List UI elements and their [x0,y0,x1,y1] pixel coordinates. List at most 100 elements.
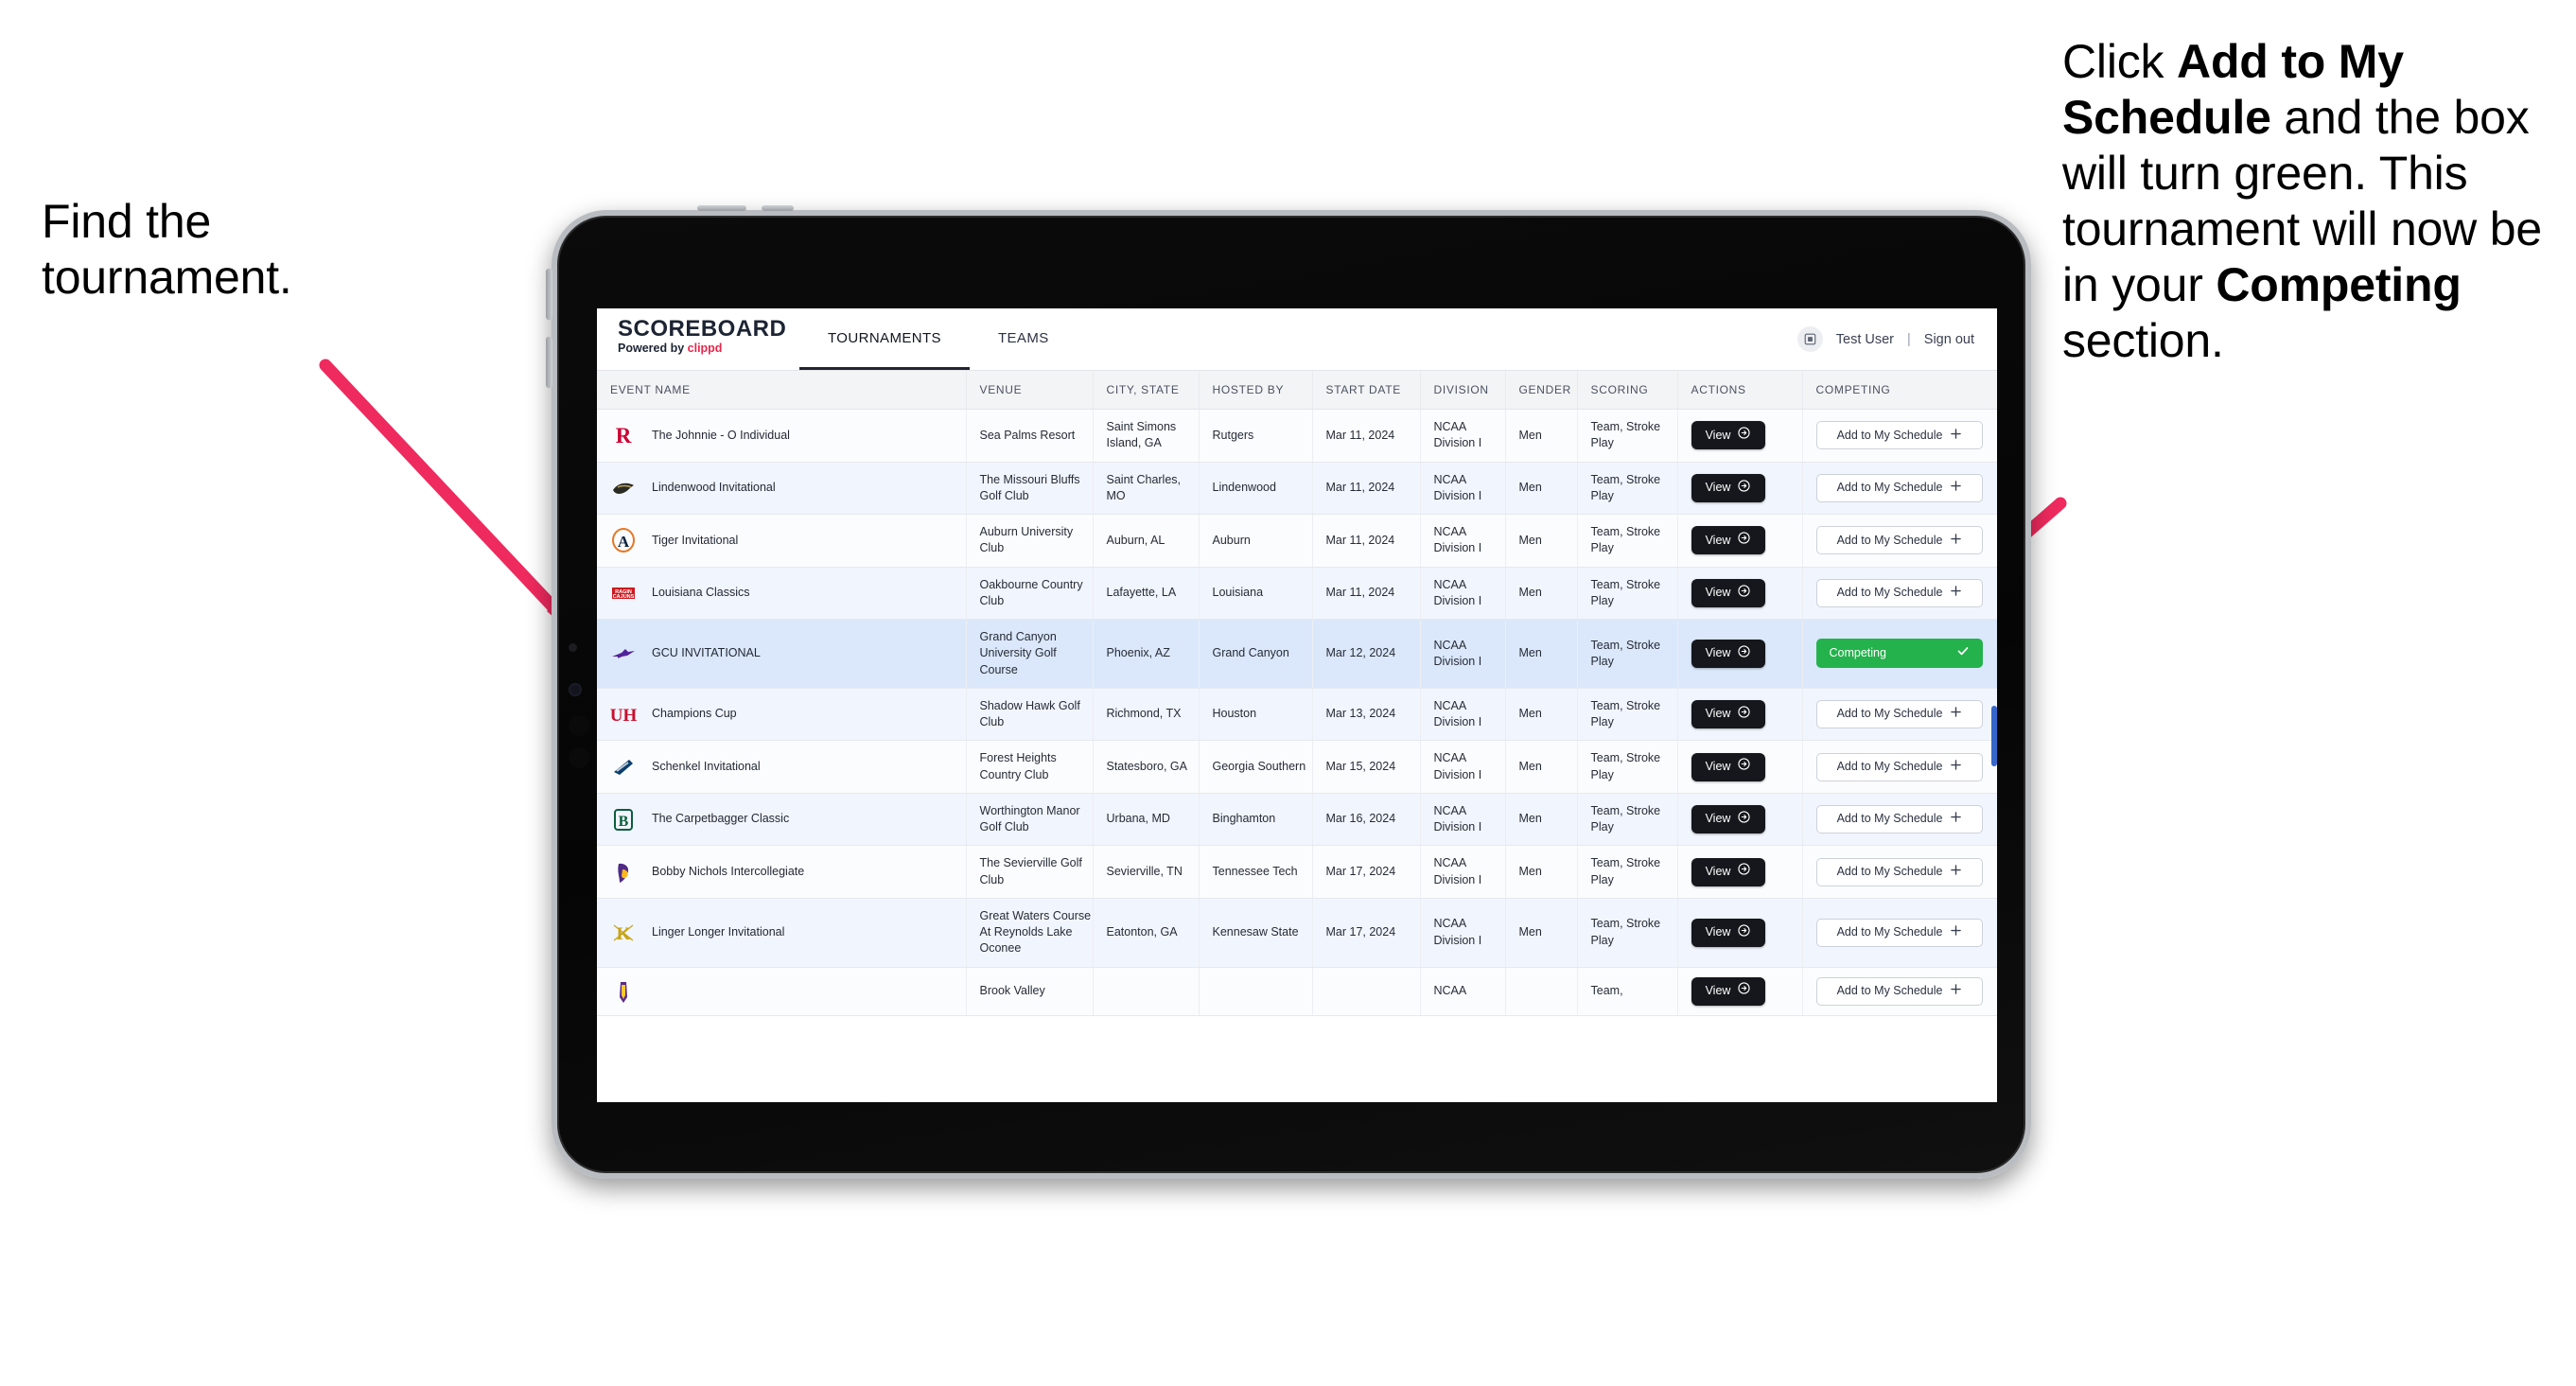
column-header-venue[interactable]: VENUE [966,371,1094,410]
table-body: R The Johnnie - O Individual Sea Palms Res… [597,409,1997,1016]
add-to-my-schedule-button[interactable]: Add to My Schedule [1815,526,1983,555]
column-header-hosted-by[interactable]: HOSTED BY [1199,371,1313,410]
cell-gender: Men [1505,514,1578,568]
competing-button[interactable]: Competing [1815,639,1983,669]
view-label: View [1705,864,1731,878]
cell-city-state: Urbana, MD [1093,793,1200,847]
annotation-left: Find the tournament. [42,194,448,306]
cell-venue: Great Waters Course At Reynolds Lake Oco… [966,898,1094,968]
add-to-my-schedule-button[interactable]: Add to My Schedule [1815,473,1983,502]
cell-event-name: R The Johnnie - O Individual [597,409,967,463]
cell-venue: Oakbourne Country Club [966,567,1094,620]
add-to-my-schedule-button[interactable]: Add to My Schedule [1815,918,1983,947]
brand-powered-name: clippd [687,342,723,356]
cell-hosted-by: Louisiana [1199,567,1313,620]
cell-hosted-by: Grand Canyon [1199,619,1313,689]
column-header-division[interactable]: DIVISION [1420,371,1506,410]
cell-scoring: Team, Stroke Play [1577,740,1678,794]
view-button[interactable]: View [1691,805,1765,833]
table-row[interactable]: Brook Valley NCAA Team, View Add to My Sched… [597,967,1997,1016]
column-header-city-state[interactable]: CITY, STATE [1093,371,1200,410]
lindenwood-logo [610,475,637,501]
gcu-logo [610,640,637,667]
annotation-left-line2: tournament. [42,251,292,304]
view-button[interactable]: View [1691,700,1765,728]
table-row[interactable]: A Tiger Invitational Auburn University Clu… [597,514,1997,568]
svg-text:K: K [617,924,631,944]
cell-actions: View [1677,898,1803,968]
table-row[interactable]: Bobby Nichols Intercollegiate The Sevierv… [597,845,1997,899]
cell-start-date: Mar 15, 2024 [1312,740,1421,794]
cell-city-state: Sevierville, TN [1093,845,1200,899]
cell-event-name: RAGIN CAJUNS Louisiana Classics [597,567,967,620]
cell-venue: Auburn University Club [966,514,1094,568]
cell-division: NCAA Division I [1420,688,1506,742]
column-header-actions[interactable]: ACTIONS [1677,371,1803,410]
add-to-my-schedule-button[interactable]: Add to My Schedule [1815,857,1983,886]
view-button[interactable]: View [1691,639,1765,668]
top-button-secondary[interactable] [762,205,794,211]
table-row[interactable]: B The Carpetbagger Classic Worthington Man… [597,793,1997,847]
user-avatar-icon[interactable] [1796,326,1823,352]
volume-down-button[interactable] [546,337,552,388]
sign-out-link[interactable]: Sign out [1924,332,1974,347]
cell-start-date: Mar 12, 2024 [1312,619,1421,689]
add-label: Add to My Schedule [1836,428,1943,442]
add-to-my-schedule-button[interactable]: Add to My Schedule [1815,700,1983,728]
volume-up-button[interactable] [546,269,552,320]
add-to-my-schedule-button[interactable]: Add to My Schedule [1815,752,1983,781]
nav-tabs: TOURNAMENTS TEAMS [799,308,1078,370]
add-to-my-schedule-button[interactable]: Add to My Schedule [1815,421,1983,450]
cell-hosted-by: Tennessee Tech [1199,845,1313,899]
table-row[interactable]: Schenkel Invitational Forest Heights Coun… [597,740,1997,794]
add-to-my-schedule-button[interactable]: Add to My Schedule [1815,805,1983,833]
cell-scoring: Team, Stroke Play [1577,898,1678,968]
cell-city-state: Saint Simons Island, GA [1093,409,1200,463]
event-name-text: Schenkel Invitational [652,759,761,773]
cell-competing: Add to My Schedule [1802,740,1997,794]
cell-event-name: GCU INVITATIONAL [597,619,967,689]
add-to-my-schedule-button[interactable]: Add to My Schedule [1815,578,1983,607]
table-row[interactable]: R The Johnnie - O Individual Sea Palms Res… [597,409,1997,463]
cell-venue: Brook Valley [966,967,1094,1016]
view-button[interactable]: View [1691,578,1765,607]
column-header-start-date[interactable]: START DATE [1312,371,1421,410]
tab-teams[interactable]: TEAMS [970,308,1078,370]
table-row[interactable]: Lindenwood Invitational The Missouri Bluf… [597,462,1997,515]
column-header-scoring[interactable]: SCORING [1577,371,1678,410]
cell-actions: View [1677,793,1803,847]
svg-text:UH: UH [610,706,637,726]
page-root: Find the tournament. Click Add to My Sch… [0,0,2576,1386]
cell-actions: View [1677,409,1803,463]
column-header-gender[interactable]: GENDER [1505,371,1578,410]
view-button[interactable]: View [1691,752,1765,781]
cell-scoring: Team, Stroke Play [1577,567,1678,620]
view-button[interactable]: View [1691,473,1765,502]
table-row[interactable]: RAGIN CAJUNS Louisiana Classics Oakbourne C… [597,567,1997,620]
view-button[interactable]: View [1691,918,1765,947]
table-row[interactable]: GCU INVITATIONAL Grand Canyon University … [597,619,1997,689]
view-button[interactable]: View [1691,976,1765,1006]
view-button[interactable]: View [1691,526,1765,555]
arrow-circle-icon [1738,863,1751,880]
brand-subtitle: Powered by clippd [618,342,799,355]
cell-gender [1505,967,1578,1016]
vertical-scrollbar[interactable] [1991,706,1997,766]
power-button[interactable] [697,205,746,211]
header-user-area: Test User | Sign out [1796,308,1997,370]
view-button[interactable]: View [1691,857,1765,886]
plus-icon [1951,480,1962,496]
cell-division: NCAA Division I [1420,514,1506,568]
table-row[interactable]: UH Champions Cup Shadow Hawk Golf Club Rich… [597,688,1997,742]
column-header-event-name[interactable]: EVENT NAME [597,371,967,410]
cell-hosted-by: Rutgers [1199,409,1313,463]
table-row[interactable]: K Linger Longer Invitational Great Waters … [597,898,1997,968]
cell-scoring: Team, Stroke Play [1577,619,1678,689]
binghamton-logo: B [610,806,637,833]
view-button[interactable]: View [1691,421,1765,450]
tab-tournaments[interactable]: TOURNAMENTS [799,308,970,370]
column-header-competing[interactable]: COMPETING [1802,371,1997,410]
add-to-my-schedule-button[interactable]: Add to My Schedule [1815,976,1983,1006]
cell-start-date: Mar 13, 2024 [1312,688,1421,742]
cell-competing: Add to My Schedule [1802,898,1997,968]
